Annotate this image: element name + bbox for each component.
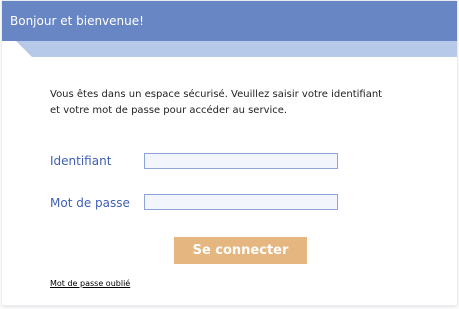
identifier-input[interactable] xyxy=(144,153,338,169)
identifier-label: Identifiant xyxy=(50,154,112,168)
welcome-header: Bonjour et bienvenue! xyxy=(2,1,457,41)
intro-line-1: Vous êtes dans un espace sécurisé. Veuil… xyxy=(50,89,383,100)
login-button[interactable]: Se connecter xyxy=(174,237,307,264)
login-panel: Bonjour et bienvenue! Vous êtes dans un … xyxy=(2,1,457,305)
forgot-password-link[interactable]: Mot de passe oublié xyxy=(50,279,130,288)
header-title: Bonjour et bienvenue! xyxy=(10,14,144,28)
password-label: Mot de passe xyxy=(50,196,130,210)
intro-line-2: et votre mot de passe pour accéder au se… xyxy=(50,105,288,116)
intro-text: Vous êtes dans un espace sécurisé. Veuil… xyxy=(50,87,430,119)
header-band xyxy=(16,41,457,57)
password-input[interactable] xyxy=(144,194,338,210)
